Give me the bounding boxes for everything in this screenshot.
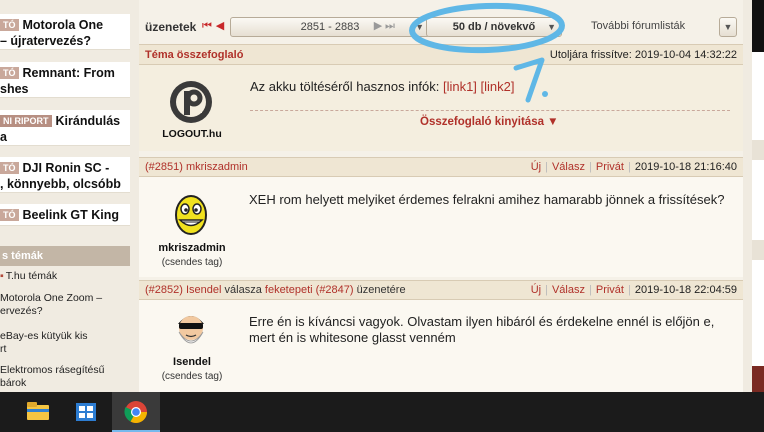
topic-link[interactable]: Elektromos rásegítésű bárok [0, 364, 130, 390]
private-message-link[interactable]: Privát [596, 284, 624, 296]
post-actions: Új | Válasz | Privát | 2019-10-18 21:16:40 [530, 161, 737, 173]
last-page-icon[interactable]: ⏭ [385, 19, 395, 33]
right-header [752, 140, 764, 160]
news-tag: NI RIPORT [0, 115, 52, 127]
summary-divider [250, 110, 730, 111]
news-item[interactable]: TÓ Remnant: From shes [0, 62, 130, 98]
news-tag: TÓ [0, 209, 19, 221]
post-header: (#2851) mkriszadmin Új | Válasz | Privát | 201… [139, 157, 743, 177]
reply-link[interactable]: Válasz [552, 161, 585, 173]
news-tag: TÓ [0, 67, 19, 79]
file-explorer-icon[interactable] [20, 392, 56, 432]
post-date: 2019-10-18 21:16:40 [634, 161, 737, 173]
private-message-link[interactable]: Privát [596, 161, 624, 173]
sort-value: 50 db / növekvő [452, 21, 536, 33]
reply-link[interactable]: Válasz [552, 284, 585, 296]
post-meta: (#2851) mkriszadmin [145, 158, 248, 176]
post-meta: (#2852) Isendel válasza feketepeti (#284… [145, 281, 406, 299]
post-date: 2019-10-18 22:04:59 [634, 284, 737, 296]
post-body: Isendel (csendes tag) Erre én is kíváncs… [139, 300, 743, 392]
left-sidebar: TÓ Motorola One – újratervezés? TÓ Remnant… [0, 0, 130, 392]
news-tag: TÓ [0, 162, 19, 174]
topic-label: Elektromos rásegítésű bárok [0, 364, 105, 389]
reply-to-author-link[interactable]: feketepeti [265, 284, 313, 296]
chrome-taskbar-button[interactable] [112, 392, 160, 432]
topics-header: s témák [0, 246, 130, 266]
post-author-link[interactable]: mkriszadmin [186, 161, 248, 173]
prev-page-icon[interactable]: ◀ [215, 19, 225, 33]
post-username[interactable]: mkriszadmin [142, 242, 242, 254]
new-post-link[interactable]: Új [531, 284, 541, 296]
logout-logo-icon [170, 81, 212, 123]
post-actions: Új | Válasz | Privát | 2019-10-18 22:04:59 [530, 284, 737, 296]
toolbar-label: üzenetek [145, 20, 197, 34]
forum-main: üzenetek ⏮ ◀ 2851 - 2883 ▼ ▶ ⏭ 50 db / n… [139, 0, 743, 392]
right-banner [752, 0, 764, 52]
page-range-value: 2851 - 2883 [300, 21, 360, 33]
dropdown-caret-icon: ▼ [547, 22, 556, 32]
reply-to-number-link[interactable]: (#2847) [316, 284, 354, 296]
store-icon[interactable] [68, 392, 104, 432]
sort-select[interactable]: 50 db / növekvő ▼ [426, 17, 562, 37]
more-forum-lists-select[interactable]: További fórumlisták [583, 17, 715, 37]
summary-text-body: Az akku töltéséről hasznos infók: [250, 79, 440, 94]
news-tag: TÓ [0, 19, 19, 31]
news-item[interactable]: TÓ DJI Ronin SC - , könnyebb, olcsóbb [0, 157, 130, 193]
post-author-link[interactable]: Isendel [186, 284, 221, 296]
windows-taskbar [0, 392, 764, 432]
summary-link-1[interactable]: [link1] [443, 79, 477, 94]
more-forum-lists-label: További fórumlisták [591, 20, 686, 32]
summary-updated: Utoljára frissítve: 2019-10-04 14:32:22 [549, 49, 737, 61]
post-header: (#2852) Isendel válasza feketepeti (#284… [139, 280, 743, 300]
news-item[interactable]: TÓ Motorola One – újratervezés? [0, 14, 130, 50]
reply-suffix: üzenetére [356, 284, 406, 296]
first-page-icon[interactable]: ⏮ [202, 19, 212, 33]
page-range-select[interactable]: 2851 - 2883 ▼ [230, 17, 430, 37]
post-text: Erre én is kíváncsi vagyok. Olvastam ily… [249, 314, 715, 345]
post-number[interactable]: (#2852) [145, 284, 183, 296]
logo-name: LOGOUT.hu [162, 128, 222, 140]
right-banner [752, 366, 764, 392]
screenshot-root: TÓ Motorola One – újratervezés? TÓ Remnant… [0, 0, 764, 432]
dropdown-caret-icon: ▼ [415, 22, 424, 32]
topic-link[interactable]: eBay-es kütyük kis rt [0, 330, 130, 356]
post-body: mkriszadmin (csendes tag) XEH rom helyet… [139, 177, 743, 277]
summary-expand-link[interactable]: Összefoglaló kinyitása ▼ [420, 116, 559, 128]
post-text: XEH rom helyett melyiket érdemes felrakn… [249, 192, 725, 207]
dropdown-caret-icon: ▼ [723, 22, 733, 32]
smiley-avatar-icon [175, 195, 207, 235]
new-post-link[interactable]: Új [531, 161, 541, 173]
summary-text: Az akku töltéséről hasznos infók: [link1… [250, 79, 515, 94]
topic-label: Motorola One Zoom – ervezés? [0, 292, 103, 317]
more-forum-lists-dropdown[interactable]: ▼ [719, 17, 737, 37]
reply-text: válasza [224, 284, 262, 296]
next-page-icon[interactable]: ▶ [373, 19, 383, 33]
right-sidebar-partial [752, 0, 764, 392]
summary-link-2[interactable]: [link2] [481, 79, 515, 94]
right-header [752, 240, 764, 260]
post-username[interactable]: Isendel [142, 356, 242, 368]
topic-link[interactable]: Motorola One Zoom – ervezés? [0, 292, 130, 318]
summary-body: LOGOUT.hu Az akku töltéséről hasznos inf… [139, 65, 743, 151]
pagination-toolbar: üzenetek ⏮ ◀ 2851 - 2883 ▼ ▶ ⏭ 50 db / n… [139, 13, 743, 41]
post-user-rank: (csendes tag) [161, 257, 223, 268]
sunglasses-avatar-icon [178, 316, 204, 344]
post-user-rank: (csendes tag) [161, 371, 223, 382]
summary-header: Téma összefoglaló Utoljára frissítve: 20… [139, 44, 743, 65]
chrome-icon [124, 401, 147, 423]
post-number[interactable]: (#2851) [145, 161, 183, 173]
topic-link[interactable]: ▪ T.hu témák [0, 270, 130, 283]
bullet-icon: ▪ [0, 270, 4, 282]
news-title: Beelink GT King [22, 208, 120, 222]
topic-label: T.hu témák [5, 270, 58, 282]
news-item[interactable]: TÓ Beelink GT King [0, 204, 130, 226]
summary-title: Téma összefoglaló [145, 49, 244, 61]
news-item[interactable]: NI RIPORTKirándulás a n-tó völgyében [0, 110, 130, 146]
topic-label: eBay-es kütyük kis rt [0, 330, 88, 355]
